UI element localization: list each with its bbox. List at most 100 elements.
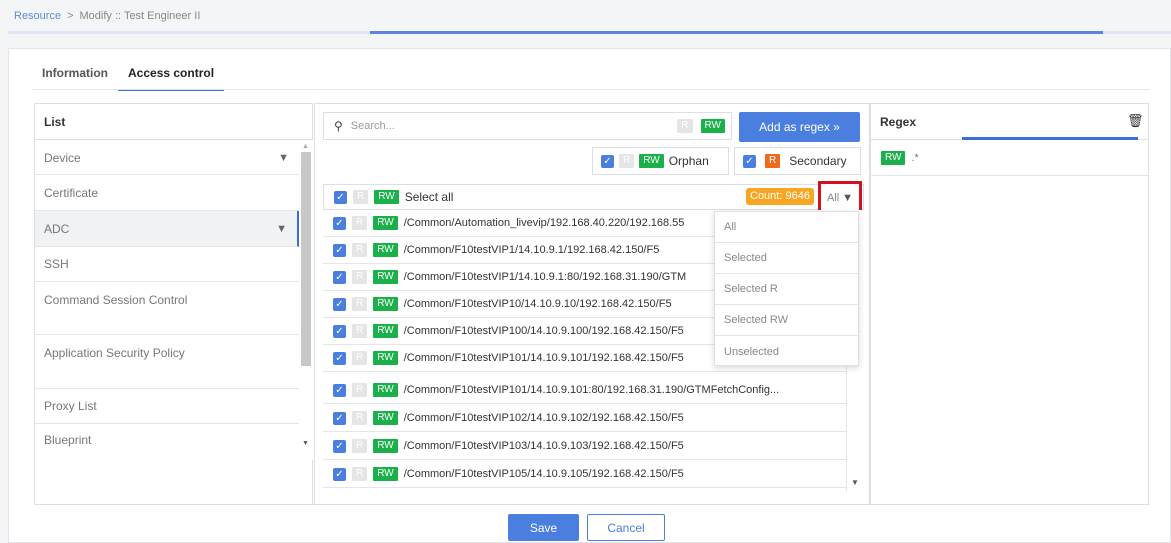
resource-path: /Common/F10testVIP105/14.10.9.105/192.16… — [403, 468, 684, 480]
r-permission-badge[interactable]: R — [619, 154, 635, 168]
filter-option-all[interactable]: All — [715, 212, 858, 243]
resource-path: /Common/F10testVIP1/14.10.9.1/192.168.42… — [403, 244, 660, 256]
add-as-regex-button[interactable]: Add as regex » — [739, 112, 860, 142]
r-permission-badge[interactable]: R — [352, 351, 368, 365]
scroll-down-icon[interactable]: ▼ — [302, 440, 309, 447]
filter-icon[interactable]: ▼ — [276, 211, 287, 247]
list-item-command-session-control[interactable]: Command Session Control — [35, 282, 235, 335]
r-permission-badge[interactable]: R — [352, 411, 368, 425]
checkbox-checked-icon[interactable]: ✓ — [333, 216, 346, 230]
tab-access-control[interactable]: Access control — [118, 66, 225, 91]
list-header: List — [34, 103, 313, 140]
regex-header: Regex — [870, 103, 1149, 140]
rw-permission-badge[interactable]: RW — [373, 243, 398, 257]
rw-permission-badge[interactable]: RW — [373, 216, 398, 230]
rw-permission-badge[interactable]: RW — [373, 351, 398, 365]
r-permission-badge[interactable]: R — [353, 190, 369, 204]
list-scrollbar-thumb[interactable] — [301, 152, 311, 366]
checkbox-checked-icon[interactable]: ✓ — [333, 324, 346, 338]
orphan-label: Orphan — [668, 154, 709, 168]
tab-divider — [32, 89, 1150, 90]
filter-icon: ▼ — [842, 191, 854, 204]
resource-row[interactable]: ✓ R RW /Common/F10testVIP102/14.10.9.102… — [323, 405, 846, 432]
r-permission-badge[interactable]: R — [352, 243, 368, 257]
rw-permission-badge[interactable]: RW — [373, 467, 398, 481]
rw-permission-badge[interactable]: RW — [700, 119, 725, 133]
resource-row[interactable]: ✓ R RW /Common/F10testVIP105/14.10.9.105… — [323, 461, 846, 488]
search-input[interactable]: Search... — [351, 120, 669, 132]
r-permission-badge[interactable]: R — [352, 297, 368, 311]
trash-icon[interactable]: 🗑 — [1127, 113, 1144, 129]
list-item-proxy-list[interactable]: Proxy List — [35, 389, 299, 424]
checkbox-checked-icon[interactable]: ✓ — [333, 243, 346, 257]
select-all-label: Select all — [404, 190, 454, 204]
resource-path: /Common/F10testVIP10/14.10.9.10/192.168.… — [403, 298, 672, 310]
scroll-down-icon[interactable]: ▼ — [851, 478, 859, 487]
checkbox-checked-icon[interactable]: ✓ — [333, 270, 346, 284]
footer-divider — [34, 504, 1150, 505]
checkbox-checked-icon[interactable]: ✓ — [333, 351, 346, 365]
regex-tab-indicator — [962, 137, 1138, 140]
filter-icon[interactable]: ▼ — [278, 141, 289, 175]
resource-row[interactable]: ✓ R RW /Common/F10testVIP103/14.10.9.103… — [323, 433, 846, 460]
r-permission-badge[interactable]: R — [352, 467, 368, 481]
secondary-toggle[interactable]: ✓ R Secondary — [734, 147, 861, 175]
checkbox-checked-icon[interactable]: ✓ — [333, 383, 346, 397]
rw-permission-badge[interactable]: RW — [373, 324, 398, 338]
count-badge: Count: 9646 — [746, 188, 814, 205]
regex-row[interactable]: RW .* — [870, 141, 1149, 176]
filter-option-selected-r[interactable]: Selected R — [715, 274, 858, 305]
resource-path: /Common/F10testVIP1/14.10.9.1:80/192.168… — [403, 271, 687, 283]
checkbox-checked-icon[interactable]: ✓ — [333, 439, 346, 453]
cancel-button[interactable]: Cancel — [587, 514, 665, 541]
r-permission-badge[interactable]: R — [352, 216, 368, 230]
checkbox-checked-icon[interactable]: ✓ — [743, 154, 756, 168]
resource-path: /Common/F10testVIP102/14.10.9.102/192.16… — [403, 412, 684, 424]
list-item-ssh[interactable]: SSH — [35, 247, 299, 282]
checkbox-checked-icon[interactable]: ✓ — [333, 411, 346, 425]
list-item-device[interactable]: Device ▼ — [35, 141, 299, 175]
list-item-application-security-policy[interactable]: Application Security Policy — [35, 335, 215, 389]
checkbox-checked-icon[interactable]: ✓ — [334, 190, 347, 204]
list-item-blueprint[interactable]: Blueprint — [35, 424, 299, 460]
scroll-up-icon[interactable]: ▲ — [302, 143, 309, 150]
r-permission-badge[interactable]: R — [765, 154, 781, 168]
breadcrumb: Resource > Modify :: Test Engineer II — [14, 10, 200, 22]
rw-permission-badge[interactable]: RW — [373, 411, 398, 425]
tab-information[interactable]: Information — [32, 66, 118, 91]
rw-permission-badge[interactable]: RW — [373, 439, 398, 453]
checkbox-checked-icon[interactable]: ✓ — [333, 467, 346, 481]
list-item-certificate[interactable]: Certificate — [35, 175, 299, 211]
checkbox-checked-icon[interactable]: ✓ — [333, 297, 346, 311]
r-permission-badge[interactable]: R — [352, 383, 368, 397]
filter-dropdown-menu: All Selected Selected R Selected RW Unse… — [714, 211, 859, 366]
resource-path: /Common/F10testVIP103/14.10.9.103/192.16… — [403, 440, 684, 452]
resource-path: /Common/F10testVIP101/14.10.9.101:80/192… — [403, 384, 780, 396]
list-item-adc[interactable]: ADC ▼ — [35, 211, 299, 247]
r-permission-badge[interactable]: R — [677, 119, 693, 133]
rw-permission-badge[interactable]: RW — [373, 297, 398, 311]
rw-permission-badge[interactable]: RW — [639, 154, 664, 168]
r-permission-badge[interactable]: R — [352, 439, 368, 453]
filter-option-selected-rw[interactable]: Selected RW — [715, 305, 858, 336]
r-permission-badge[interactable]: R — [352, 270, 368, 284]
top-divider — [8, 31, 1171, 34]
resource-path: /Common/F10testVIP100/14.10.9.100/192.16… — [403, 325, 684, 337]
rw-permission-badge[interactable]: RW — [374, 190, 399, 204]
search-box[interactable]: ⚲ Search... R RW — [323, 112, 732, 140]
resource-path: /Common/Automation_livevip/192.168.40.22… — [403, 217, 685, 229]
save-button[interactable]: Save — [508, 514, 579, 541]
search-icon: ⚲ — [334, 119, 343, 133]
filter-option-unselected[interactable]: Unselected — [715, 336, 858, 367]
breadcrumb-current: Modify :: Test Engineer II — [79, 10, 201, 22]
orphan-toggle[interactable]: ✓ R RW Orphan — [592, 147, 729, 175]
rw-permission-badge[interactable]: RW — [373, 383, 398, 397]
resource-row[interactable]: ✓ R RW /Common/F10testVIP101/14.10.9.101… — [323, 377, 846, 404]
r-permission-badge[interactable]: R — [352, 324, 368, 338]
rw-permission-badge[interactable]: RW — [881, 151, 906, 165]
checkbox-checked-icon[interactable]: ✓ — [601, 154, 614, 168]
filter-option-selected[interactable]: Selected — [715, 243, 858, 274]
rw-permission-badge[interactable]: RW — [373, 270, 398, 284]
resource-path: /Common/F10testVIP101/14.10.9.101/192.16… — [403, 352, 684, 364]
breadcrumb-root-link[interactable]: Resource — [14, 10, 61, 22]
